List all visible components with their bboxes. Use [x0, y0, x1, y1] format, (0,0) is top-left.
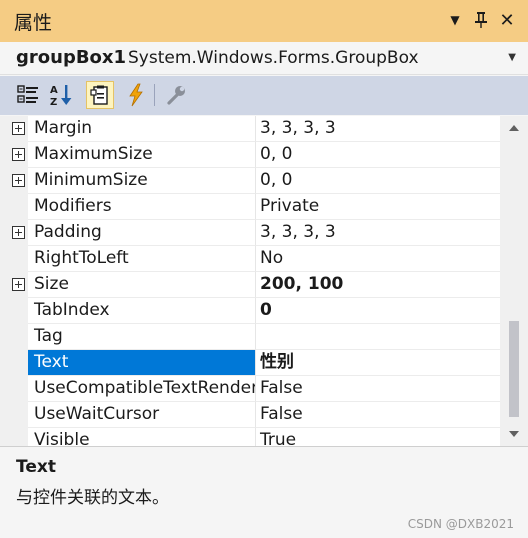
property-name[interactable]: Padding — [28, 220, 255, 246]
property-name[interactable]: Margin — [28, 116, 255, 142]
object-name: groupBox1 — [16, 47, 127, 68]
alphabetical-icon[interactable]: A Z — [48, 81, 76, 109]
property-value[interactable]: 性别 — [255, 350, 500, 376]
property-value[interactable]: False — [255, 376, 500, 402]
property-row[interactable]: UseWaitCursor False — [0, 402, 500, 428]
property-row[interactable]: Modifiers Private — [0, 194, 500, 220]
property-grid: Margin 3, 3, 3, 3 MaximumSize 0, 0 MinimumSi… — [0, 116, 500, 446]
property-row[interactable]: Tag — [0, 324, 500, 350]
property-name[interactable]: MinimumSize — [28, 168, 255, 194]
property-row[interactable]: Visible True — [0, 428, 500, 446]
property-row[interactable]: TabIndex 0 — [0, 298, 500, 324]
property-name[interactable]: MaximumSize — [28, 142, 255, 168]
property-name[interactable]: UseWaitCursor — [28, 402, 255, 428]
watermark: CSDN @DXB2021 — [407, 517, 514, 531]
categorized-icon[interactable] — [14, 81, 42, 109]
svg-text:Z: Z — [50, 97, 57, 107]
property-row[interactable]: Size 200, 100 — [0, 272, 500, 298]
property-value[interactable]: 0, 0 — [255, 142, 500, 168]
property-row[interactable]: MaximumSize 0, 0 — [0, 142, 500, 168]
scroll-up-icon[interactable] — [506, 120, 522, 136]
chevron-down-icon[interactable]: ▼ — [508, 52, 516, 63]
property-value[interactable]: 3, 3, 3, 3 — [255, 220, 500, 246]
description-pane: Text 与控件关联的文本。 CSDN @DXB2021 — [0, 446, 528, 538]
close-icon[interactable]: ✕ — [496, 9, 518, 31]
expand-plus-icon[interactable] — [12, 278, 25, 291]
toolbar-separator — [154, 84, 155, 106]
object-selector[interactable]: groupBox1 System.Windows.Forms.GroupBox … — [0, 42, 528, 75]
property-name[interactable]: TabIndex — [28, 298, 255, 324]
window-position-dropdown-icon[interactable]: ▼ — [444, 9, 466, 31]
expand-plus-icon[interactable] — [12, 148, 25, 161]
property-name[interactable]: Visible — [28, 428, 255, 446]
property-value[interactable]: 200, 100 — [255, 272, 500, 298]
property-name[interactable]: RightToLeft — [28, 246, 255, 272]
property-row[interactable]: Text 性别 — [0, 350, 500, 376]
expand-plus-icon[interactable] — [12, 226, 25, 239]
property-pages-wrench-icon[interactable] — [162, 81, 190, 109]
property-name[interactable]: Size — [28, 272, 255, 298]
property-value[interactable]: 0 — [255, 298, 500, 324]
property-value[interactable]: False — [255, 402, 500, 428]
expand-plus-icon[interactable] — [12, 174, 25, 187]
object-type: System.Windows.Forms.GroupBox — [128, 48, 419, 68]
expand-plus-icon[interactable] — [12, 122, 25, 135]
title-bar: 属性 ▼ ✕ — [0, 0, 528, 42]
property-name[interactable]: Tag — [28, 324, 255, 350]
property-value[interactable]: 3, 3, 3, 3 — [255, 116, 500, 142]
property-value[interactable]: Private — [255, 194, 500, 220]
property-row[interactable]: UseCompatibleTextRenderingFalse — [0, 376, 500, 402]
property-name[interactable]: Text — [28, 350, 255, 376]
property-row[interactable]: RightToLeft No — [0, 246, 500, 272]
description-text: 与控件关联的文本。 — [16, 488, 169, 508]
property-name[interactable]: Modifiers — [28, 194, 255, 220]
property-value[interactable]: True — [255, 428, 500, 446]
property-value[interactable]: 0, 0 — [255, 168, 500, 194]
property-row[interactable]: Padding 3, 3, 3, 3 — [0, 220, 500, 246]
pin-icon[interactable] — [470, 9, 492, 31]
vertical-scrollbar[interactable] — [500, 116, 528, 446]
property-value[interactable]: No — [255, 246, 500, 272]
property-value[interactable] — [255, 324, 500, 350]
properties-panel: 属性 ▼ ✕ groupBox1 System.Windows.Forms.Gr… — [0, 0, 528, 538]
property-row[interactable]: Margin 3, 3, 3, 3 — [0, 116, 500, 142]
svg-text:A: A — [50, 85, 58, 96]
properties-icon[interactable] — [86, 81, 114, 109]
scroll-down-icon[interactable] — [506, 426, 522, 442]
panel-title: 属性 — [14, 12, 53, 34]
property-name[interactable]: UseCompatibleTextRendering — [28, 376, 255, 402]
property-toolbar: A Z — [0, 76, 528, 115]
events-lightning-icon[interactable] — [122, 81, 150, 109]
scroll-thumb[interactable] — [509, 321, 519, 417]
description-title: Text — [16, 457, 56, 477]
property-row[interactable]: MinimumSize 0, 0 — [0, 168, 500, 194]
